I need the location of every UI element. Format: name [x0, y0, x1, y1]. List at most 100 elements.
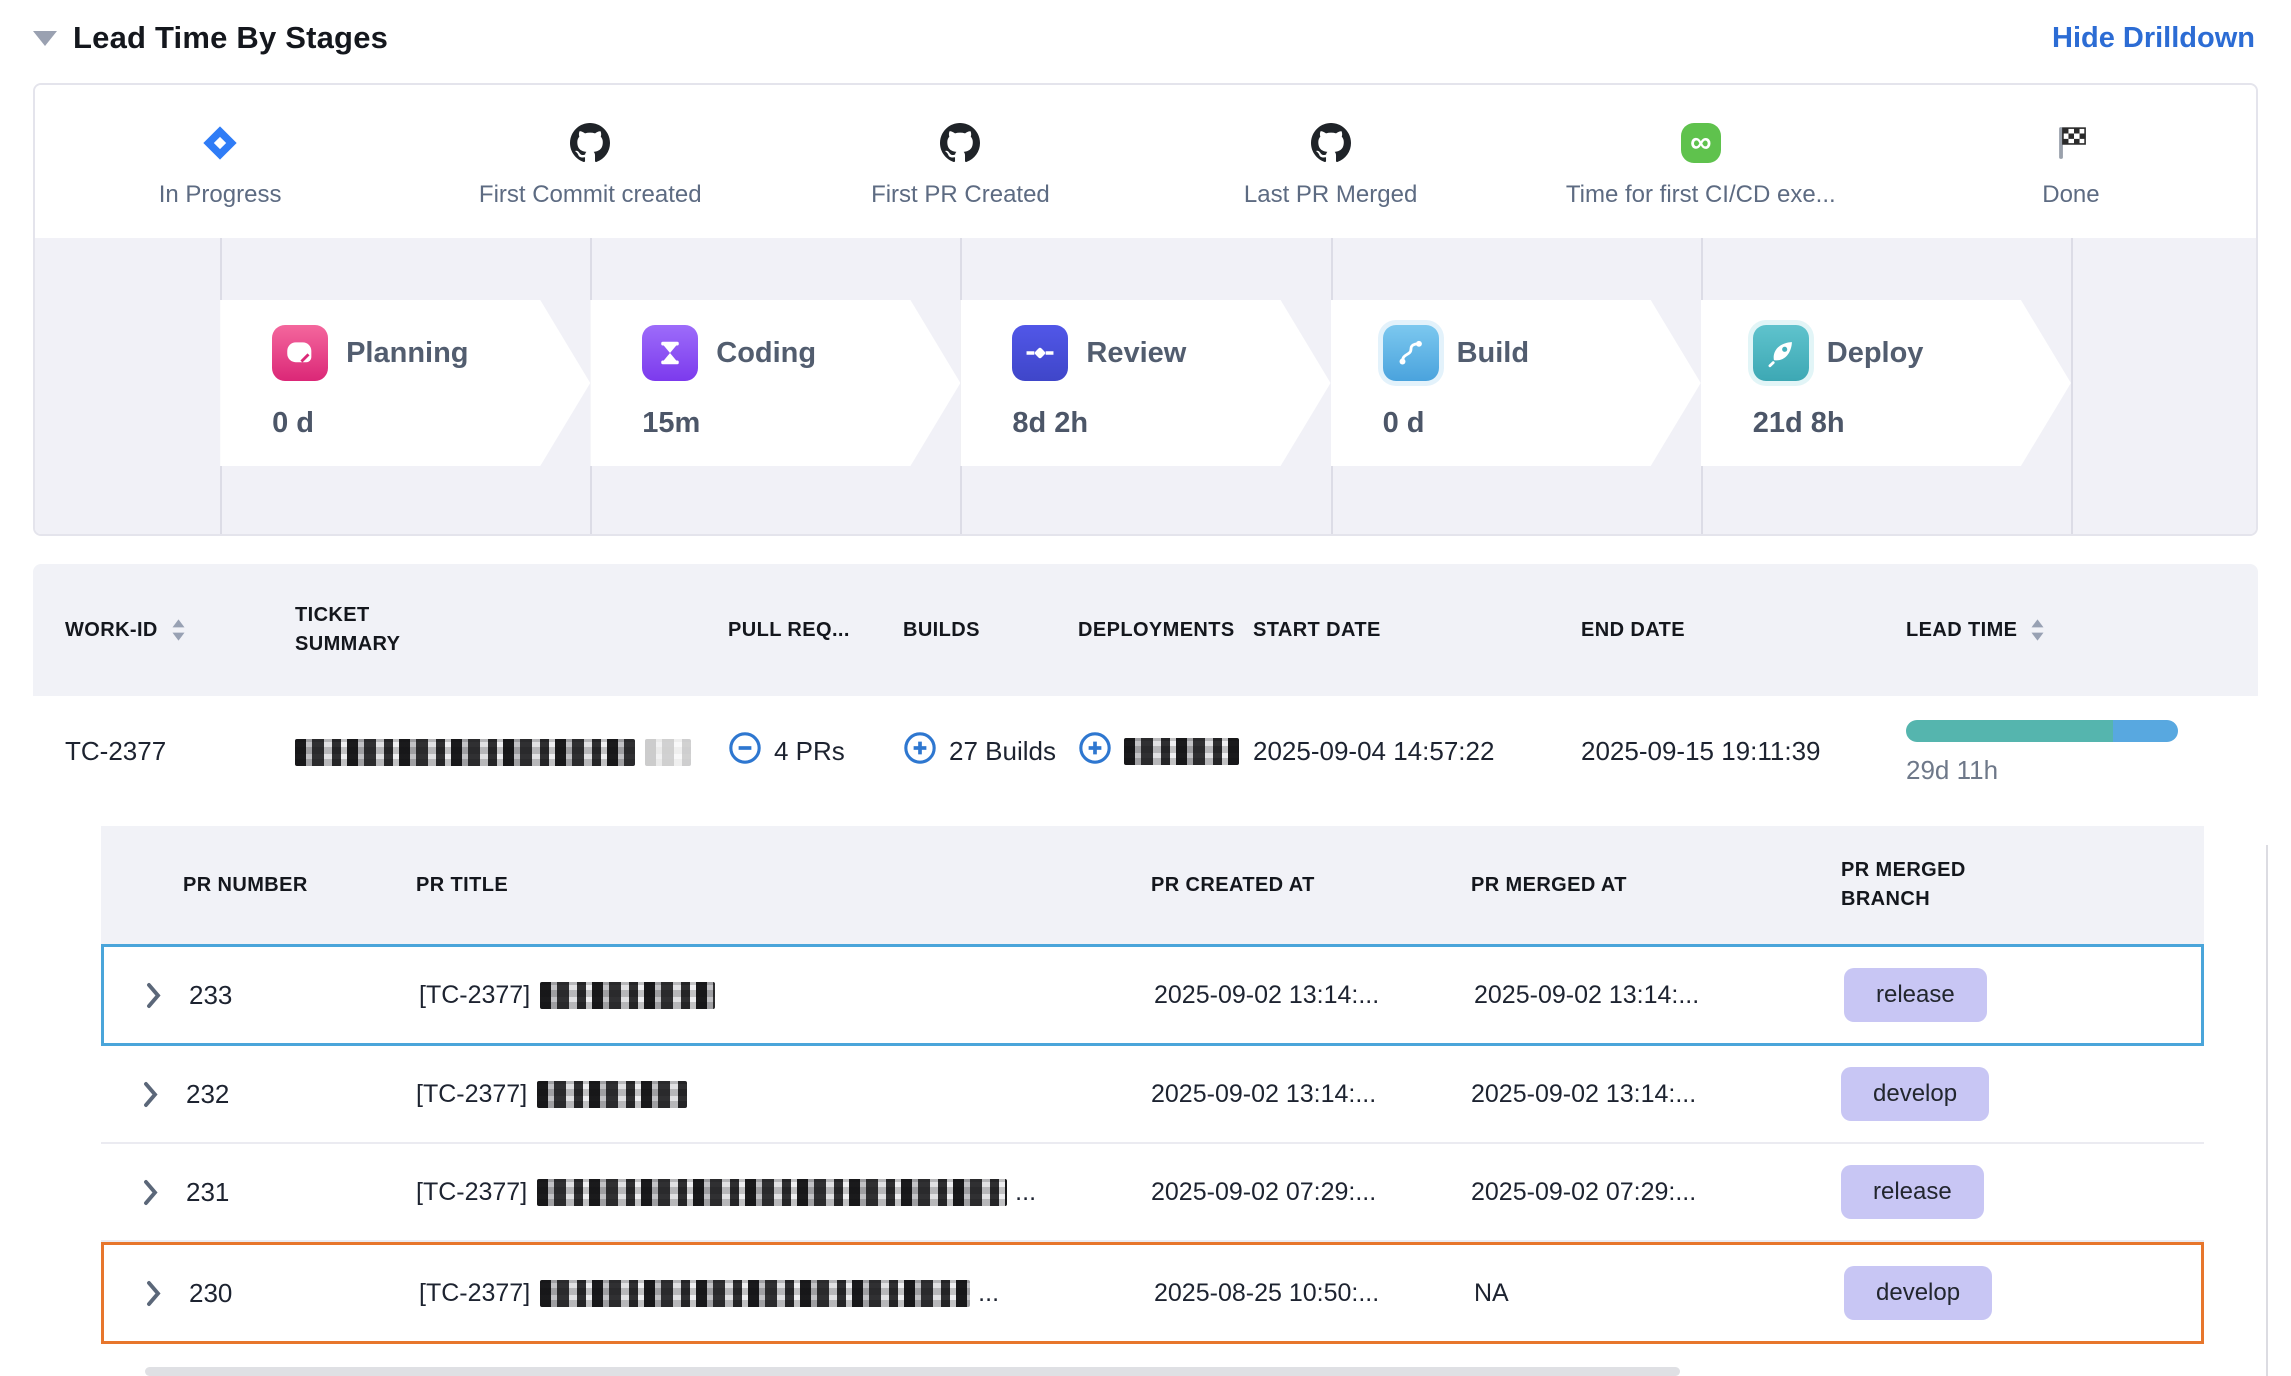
lead-time-stages-card: In Progress First Commit created First P… [33, 83, 2258, 536]
chevron-right-icon[interactable] [146, 982, 161, 1009]
pr-title-suffix: ... [1015, 1178, 1036, 1206]
milestone-label: Last PR Merged [1244, 181, 1417, 209]
col-end-date: END DATE [1581, 619, 1685, 641]
branch-badge: release [1844, 968, 1987, 1022]
expand-builds-icon[interactable] [903, 731, 937, 772]
chevron-right-icon[interactable] [143, 1179, 158, 1206]
builds-count[interactable]: 27 Builds [949, 736, 1056, 767]
build-icon [1383, 325, 1439, 381]
pr-title-suffix: ... [978, 1279, 999, 1307]
col-pr-number: PR NUMBER [183, 874, 308, 897]
chevron-right-icon[interactable] [146, 1280, 161, 1307]
deployments-redacted [1124, 738, 1239, 765]
lead-bar-blue-segment [2113, 720, 2178, 742]
pr-row-230[interactable]: 230 [TC-2377]... 2025-08-25 10:50:... NA… [101, 1242, 2204, 1344]
milestone-done: Done [1886, 85, 2256, 238]
end-date: 2025-09-15 19:11:39 [1581, 736, 1906, 767]
pr-row-233[interactable]: 233 [TC-2377] 2025-09-02 13:14:... 2025-… [101, 944, 2204, 1046]
review-icon [1012, 325, 1068, 381]
pr-number: 230 [189, 1278, 232, 1309]
stage-coding: Coding 15m [590, 300, 960, 466]
jira-icon [200, 122, 240, 164]
pr-created-at: 2025-08-25 10:50:... [1154, 1279, 1474, 1308]
stage-duration: 0 d [1383, 407, 1701, 440]
hide-drilldown-link[interactable]: Hide Drilldown [2052, 22, 2255, 55]
cicd-infinity-icon: ∞ [1681, 122, 1721, 164]
col-pr-created-at: PR CREATED AT [1151, 874, 1315, 896]
milestones-row: In Progress First Commit created First P… [35, 85, 2256, 238]
milestone-label: Time for first CI/CD exe... [1566, 181, 1836, 209]
stage-flow-area: Planning 0 d Coding 15m Review 8d 2h [35, 238, 2256, 534]
milestone-cicd: ∞ Time for first CI/CD exe... [1516, 85, 1886, 238]
stage-duration: 21d 8h [1753, 407, 2071, 440]
pr-number: 232 [186, 1079, 229, 1110]
lead-time-cell: 29d 11h [1906, 716, 2258, 786]
stage-duration: 8d 2h [1012, 407, 1330, 440]
pr-created-at: 2025-09-02 13:14:... [1154, 981, 1474, 1010]
github-icon [1311, 122, 1351, 164]
col-pr-merged-at: PR MERGED AT [1471, 874, 1627, 896]
deploy-rocket-icon [1753, 325, 1809, 381]
pr-created-at: 2025-09-02 07:29:... [1151, 1178, 1471, 1207]
lead-time-value: 29d 11h [1906, 755, 2258, 786]
branch-badge: develop [1841, 1067, 1989, 1121]
collapse-prs-icon[interactable] [728, 731, 762, 772]
work-item-row[interactable]: TC-2377 4 PRs 27 Builds 2025-09-04 14:57… [33, 696, 2258, 806]
col-pr-title: PR TITLE [416, 874, 508, 896]
ticket-summary-redacted [295, 736, 728, 767]
sort-icon[interactable] [2029, 618, 2046, 642]
pr-merged-at: 2025-09-02 07:29:... [1471, 1178, 1786, 1207]
pr-row-231[interactable]: 231 [TC-2377]... 2025-09-02 07:29:... 20… [101, 1144, 2204, 1242]
milestone-label: First Commit created [479, 181, 702, 209]
stage-deploy: Deploy 21d 8h [1701, 300, 2071, 466]
pr-merged-at: 2025-09-02 13:14:... [1474, 981, 1789, 1010]
stage-planning: Planning 0 d [220, 300, 590, 466]
pr-drilldown-table: PR NUMBER PR TITLE PR CREATED AT PR MERG… [101, 826, 2204, 1344]
github-icon [570, 122, 610, 164]
collapse-caret-icon[interactable] [33, 31, 57, 46]
pr-title-prefix: [TC-2377] [416, 1178, 527, 1206]
planning-icon [272, 325, 328, 381]
stage-review: Review 8d 2h [960, 300, 1330, 466]
pr-merged-at: 2025-09-02 13:14:... [1471, 1080, 1786, 1109]
pr-title-redacted [537, 1081, 687, 1108]
col-lead-time: LEAD TIME [1906, 619, 2017, 642]
pr-title-redacted [537, 1179, 1007, 1206]
work-id: TC-2377 [33, 736, 295, 767]
lead-time-bar [1906, 720, 2178, 742]
pull-requests-count[interactable]: 4 PRs [774, 736, 845, 767]
sort-icon[interactable] [170, 618, 187, 642]
stage-divider [2071, 238, 2073, 534]
chevron-right-icon[interactable] [143, 1081, 158, 1108]
github-icon [940, 122, 980, 164]
branch-badge: release [1841, 1165, 1984, 1219]
pr-title-redacted [540, 1280, 970, 1307]
col-start-date: START DATE [1253, 619, 1381, 641]
stage-duration: 0 d [272, 407, 590, 440]
coding-icon [642, 325, 698, 381]
vertical-scrollbar-track[interactable] [2266, 845, 2268, 1376]
expand-deployments-icon[interactable] [1078, 731, 1112, 772]
stage-name: Build [1457, 337, 1530, 370]
pr-title-prefix: [TC-2377] [416, 1080, 527, 1108]
col-pull-requests: PULL REQ... [728, 619, 850, 641]
col-pr-merged-branch: PR MERGED BRANCH [1841, 856, 2036, 914]
stage-name: Coding [716, 337, 816, 370]
milestone-in-progress: In Progress [35, 85, 405, 238]
horizontal-scrollbar-thumb[interactable] [145, 1367, 1680, 1376]
page-title: Lead Time By Stages [73, 20, 388, 56]
milestone-label: In Progress [159, 181, 282, 209]
pr-title-prefix: [TC-2377] [419, 1279, 530, 1307]
pr-title-prefix: [TC-2377] [419, 981, 530, 1009]
finish-flag-icon [2052, 122, 2090, 164]
milestone-label: Done [2042, 181, 2099, 209]
pr-number: 233 [189, 980, 232, 1011]
stage-name: Planning [346, 337, 468, 370]
pr-row-232[interactable]: 232 [TC-2377] 2025-09-02 13:14:... 2025-… [101, 1046, 2204, 1144]
pr-number: 231 [186, 1177, 229, 1208]
col-work-id: WORK-ID [65, 619, 158, 642]
milestone-label: First PR Created [871, 181, 1050, 209]
pr-table-header: PR NUMBER PR TITLE PR CREATED AT PR MERG… [101, 826, 2204, 944]
work-table-header: WORK-ID TICKET SUMMARY PULL REQ... BUILD… [33, 564, 2258, 696]
milestone-first-commit: First Commit created [405, 85, 775, 238]
